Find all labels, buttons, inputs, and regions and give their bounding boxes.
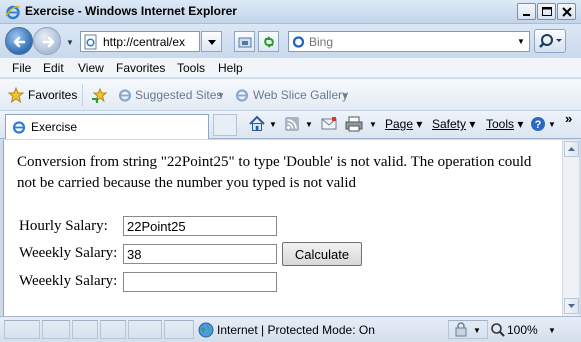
favorites-star-icon [8,87,24,103]
title-bar: Exercise - Windows Internet Explorer [0,0,581,24]
status-cell [72,320,98,339]
scroll-up-button[interactable] [564,141,579,157]
tab-page-icon [12,121,26,134]
security-zone-text[interactable]: Internet | Protected Mode: On [217,323,375,337]
status-bar: Internet | Protected Mode: On ▼ 100% ▼ [0,316,581,342]
calculate-button[interactable]: Calculate [282,242,362,266]
home-icon[interactable] [248,115,266,133]
feeds-dropdown-icon[interactable]: ▼ [305,120,313,129]
ie-logo-icon [5,5,21,20]
compatibility-view-button[interactable] [234,31,255,52]
maximize-button[interactable] [537,3,556,20]
forward-arrow-icon [42,36,55,48]
new-tab-button[interactable] [213,114,237,136]
search-icon [539,34,562,48]
zoom-level[interactable]: 100% [507,323,538,337]
favorites-button[interactable]: Favorites [28,88,77,102]
recent-pages-dropdown-icon[interactable]: ▼ [66,38,74,47]
scroll-up-arrow-icon [568,147,575,151]
menu-favorites[interactable]: Favorites [116,61,165,75]
page-menu[interactable]: Page ▾ [385,117,422,131]
add-to-favorites-icon[interactable] [92,87,108,103]
status-cell [4,320,40,339]
hourly-salary-label: Hourly Salary: [19,218,108,234]
refresh-button[interactable] [258,31,279,52]
safety-menu-label: Safety [432,117,467,131]
menu-file[interactable]: File [12,61,31,75]
menu-view[interactable]: View [78,61,104,75]
tools-menu[interactable]: Tools ▾ [486,117,523,131]
search-box[interactable]: ▼ [288,31,530,52]
back-button[interactable] [5,27,33,55]
page-content: Conversion from string "22Point25" to ty… [3,140,562,316]
svg-text:?: ? [535,119,542,131]
vertical-scrollbar[interactable] [562,140,579,316]
maximize-icon [542,7,552,16]
zoom-dropdown-icon[interactable]: ▼ [548,326,556,335]
minimize-icon [523,14,530,16]
zoom-icon[interactable] [490,322,506,338]
page-icon [84,34,97,50]
minimize-button[interactable] [517,3,536,20]
tab-label: Exercise [31,120,78,134]
print-dropdown-icon[interactable]: ▼ [369,120,377,129]
weekly-salary-label-2: Weeekly Salary: [19,273,118,289]
weekly-salary-label-1: Weeekly Salary: [19,245,118,261]
safety-menu[interactable]: Safety ▾ [432,117,475,131]
command-bar: Exercise ▼ ▼ ▼ Page ▾ Safety ▾ Tools ▾ ?… [0,111,581,139]
status-cell [42,320,70,339]
protected-mode-icon[interactable] [454,322,468,338]
suggested-sites-icon [118,89,132,102]
suggested-sites-link[interactable]: Suggested Sites [135,88,222,102]
tab-exercise[interactable]: Exercise [5,114,209,139]
tools-menu-label: Tools [486,117,515,131]
favbar-divider [82,84,83,106]
more-commands-icon[interactable]: » [565,111,572,126]
page-menu-label: Page [385,117,414,131]
web-slice-gallery-link[interactable]: Web Slice Gallery [253,88,348,102]
address-input[interactable] [103,34,197,49]
web-slice-icon [235,89,249,102]
help-dropdown-icon[interactable]: ▼ [548,120,556,129]
weekly-salary-input-2[interactable] [123,272,277,292]
address-dropdown-button[interactable] [201,31,222,52]
error-message: Conversion from string "22Point25" to ty… [17,154,532,191]
favorites-bar: Favorites Suggested Sites ▼ Web Slice Ga… [0,79,581,111]
status-cell [164,320,194,339]
menu-bar: File Edit View Favorites Tools Help [0,58,581,78]
close-button[interactable] [557,3,576,20]
scroll-down-button[interactable] [564,298,579,314]
search-button[interactable] [534,29,566,53]
refresh-icon [264,36,274,48]
address-toolbar: ▼ ▼ [0,24,581,58]
mail-icon[interactable] [321,117,337,131]
close-icon [562,7,572,17]
search-provider-dropdown-icon[interactable]: ▼ [517,37,525,46]
menu-help[interactable]: Help [218,61,243,75]
help-icon[interactable]: ? [530,116,546,132]
home-dropdown-icon[interactable]: ▼ [269,120,277,129]
internet-zone-icon [198,322,214,338]
chevron-down-icon [208,40,216,45]
window-title: Exercise - Windows Internet Explorer [25,4,237,18]
protected-mode-dropdown-icon[interactable]: ▼ [473,326,481,335]
web-slice-dropdown-icon[interactable]: ▼ [341,91,349,100]
back-arrow-icon [13,36,26,48]
search-input[interactable] [309,34,505,49]
status-cell [100,320,126,339]
bing-icon [292,36,305,48]
compatibility-view-icon [238,37,252,48]
print-icon[interactable] [345,116,363,132]
forward-button[interactable] [33,27,61,55]
menu-tools[interactable]: Tools [177,61,205,75]
suggested-sites-dropdown-icon[interactable]: ▼ [217,91,225,100]
address-bar[interactable] [80,31,200,52]
hourly-salary-input[interactable] [123,216,277,236]
status-cell [128,320,162,339]
scroll-down-arrow-icon [568,304,575,308]
menu-edit[interactable]: Edit [43,61,64,75]
weekly-salary-input-1[interactable] [123,244,277,264]
feeds-icon[interactable] [284,116,300,132]
